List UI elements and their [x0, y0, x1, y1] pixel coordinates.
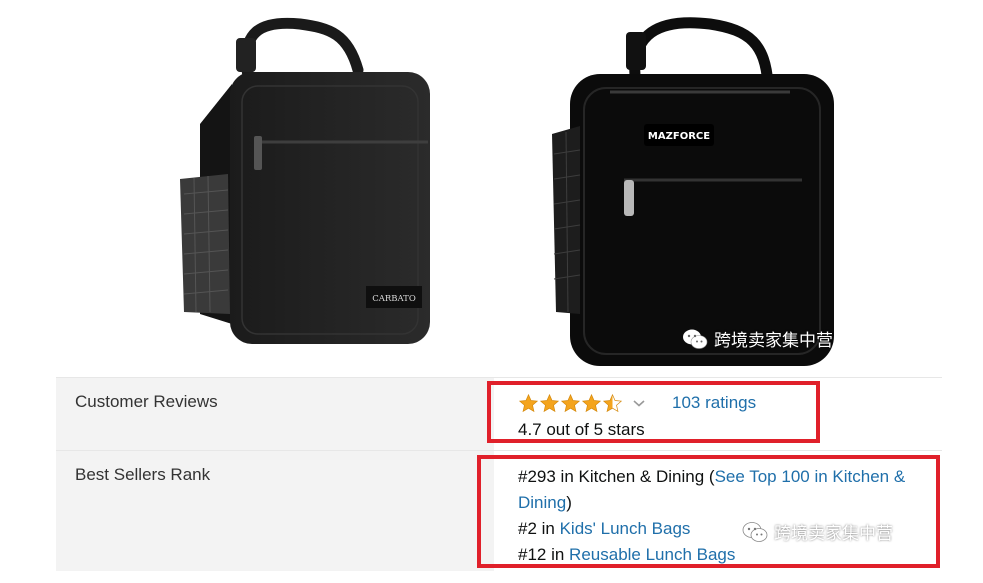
brand-label-carbato: CARBATO [372, 294, 416, 304]
wechat-icon [683, 329, 708, 349]
product-image-mazforce-lunch-bag: MAZFORCE [552, 17, 834, 366]
watermark-text: 跨境卖家集中营 [774, 524, 893, 544]
wechat-icon [742, 521, 768, 542]
watermark-bottom: 跨境卖家集中营 [742, 519, 893, 544]
customer-reviews-label: Customer Reviews [56, 378, 494, 450]
product-image-carbato-lunch-bag: CARBATO [180, 17, 430, 344]
watermark-text: 跨境卖家集中营 [714, 331, 833, 351]
highlight-box-rank [477, 455, 940, 568]
best-sellers-rank-label: Best Sellers Rank [56, 451, 494, 571]
watermark-top: 跨境卖家集中营 [682, 326, 833, 351]
brand-label-mazforce: MAZFORCE [648, 131, 710, 142]
highlight-box-reviews [487, 381, 820, 443]
